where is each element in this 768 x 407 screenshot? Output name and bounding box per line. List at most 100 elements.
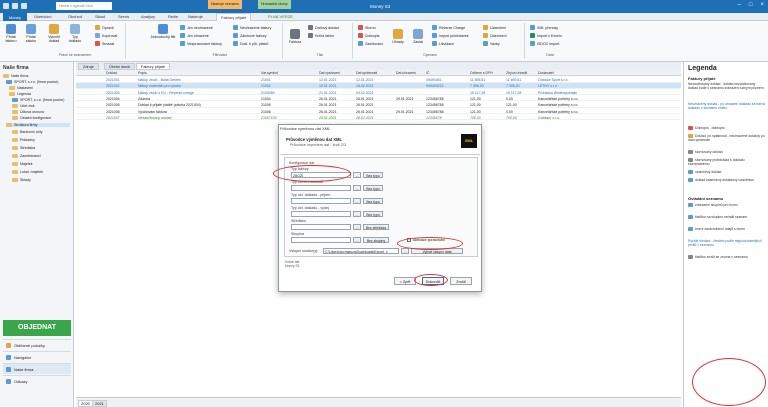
col-splatnost[interactable]: Dat.splatnosti [356, 71, 377, 75]
back-button[interactable]: < Zpět [394, 277, 416, 285]
tab-faktury-prijate[interactable]: Faktury přijaté [216, 13, 252, 21]
save-icon[interactable] [3, 3, 9, 9]
col-vystaveni[interactable]: Dat.vystavení [319, 71, 340, 75]
close-icon[interactable]: × [760, 2, 764, 8]
edit-button[interactable]: Opravit [95, 25, 114, 30]
year-tab-2020[interactable]: 2020 [78, 400, 93, 407]
group-clear-button[interactable]: Bez skupiny [363, 237, 389, 243]
tab-received-invoices[interactable]: Faktury přijaté [136, 63, 171, 70]
filter-paid[interactable]: Jen uhrazené [180, 33, 209, 38]
col-zbyva[interactable]: Zbývá uhradit [506, 71, 527, 75]
xml-transfer-button[interactable]: XML přenosy [530, 25, 558, 30]
nav-favorites[interactable]: Oblíbené položky [3, 339, 71, 350]
receipt-type-field[interactable] [291, 198, 351, 204]
isdoc-import-button[interactable]: ISDOC import [530, 41, 559, 46]
center-clear-button[interactable]: Bez střediska [363, 224, 389, 230]
center-browse[interactable]: ... [353, 224, 361, 230]
filter-unpaid-invoices[interactable]: Neuhrazené faktury [233, 25, 271, 30]
col-dodavatel[interactable]: Dodavatel [538, 71, 554, 75]
invoice-type-browse[interactable]: ... [353, 172, 361, 178]
nav-links[interactable]: Odkazy [3, 375, 71, 386]
expense-type-browse[interactable]: ... [353, 211, 361, 217]
expense-type-field[interactable] [291, 211, 351, 217]
col-popis[interactable]: Popis [138, 71, 147, 75]
table-row[interactable]: 2021006 Vyúčtování faktura 21006 26.01.2021… [76, 108, 681, 114]
col-uhrazeni[interactable]: Dat.uhrazení [396, 71, 416, 75]
tree-item[interactable]: Majetek [12, 162, 33, 166]
activation-checkbox[interactable] [407, 238, 411, 242]
credit-note-button[interactable]: Dobropis [358, 33, 379, 38]
create-document-button[interactable]: Vytvořit doklad [44, 24, 64, 43]
tree-item[interactable]: Ostatní konfigurace [12, 116, 51, 120]
receipt-type-browse[interactable]: ... [353, 198, 361, 204]
tab-ucetnictvi[interactable]: Účetnictví [34, 14, 52, 19]
tree-item[interactable]: Pokladny [12, 138, 35, 142]
select-input-data-button[interactable]: Vybrat vstupní data [411, 248, 463, 254]
search-input[interactable]: Hledat v agendě/ úkol [56, 2, 112, 10]
simple-filter-button[interactable]: Jednoduchý filtr [150, 24, 176, 39]
excel-import-button[interactable]: Import z Excelu [530, 33, 562, 38]
col-varsymbol[interactable]: Var.symbol [261, 71, 278, 75]
input-file-field[interactable]: C:\Users\jan.matuza\Downloads\Export_z [323, 248, 399, 254]
activation-checkbox-row[interactable]: Aktivace zpracování [407, 238, 445, 242]
breakdown-type-clear-button[interactable]: Bez typu [363, 185, 383, 191]
tab-nastroje[interactable]: Nástroje [188, 14, 203, 19]
tab-sklad[interactable]: Sklad [95, 14, 105, 19]
tree-item[interactable]: Lokal. majetek [12, 170, 43, 174]
cancel-button[interactable]: Zrušit [450, 277, 472, 285]
invoice-type-clear-button[interactable]: Bez typu [363, 172, 383, 178]
print-invoice-button[interactable]: Faktura [286, 29, 304, 44]
center-field[interactable] [291, 224, 351, 230]
col-doklad[interactable]: Doklad [106, 71, 117, 75]
add-invoice-button[interactable]: Přidat fakturu [3, 24, 19, 43]
tab-obchod[interactable]: Obchod [68, 14, 82, 19]
tab-money[interactable]: Money [3, 13, 27, 21]
tree-item-selected[interactable]: Struktura firmy [6, 123, 70, 127]
maximize-icon[interactable]: □ [749, 2, 753, 8]
filter-unpaid[interactable]: Jen neuhrazené [180, 25, 213, 30]
nav-our-company[interactable]: Naše firma [3, 363, 71, 374]
copy-button[interactable]: Kopírovat [95, 33, 117, 38]
tree-item[interactable]: SPORT, s.r.o. (firma pozice) [6, 80, 58, 84]
table-row[interactable]: 2021007 Nezaúčtovaný doklad 21007100 29.01.… [76, 114, 681, 121]
group-field[interactable] [291, 237, 351, 243]
tab-sources[interactable]: Zdroje [78, 63, 99, 70]
table-row[interactable]: 2021005 Doklad k přijaté platbě (záloha 2… [76, 102, 681, 108]
add-advance-button[interactable]: Přidat zálohu [22, 24, 40, 43]
unlock-button[interactable]: Odemčení [483, 33, 507, 38]
expense-type-clear-button[interactable]: Bez typu [363, 211, 383, 217]
import-receivables-button[interactable]: Import pohledávek [432, 33, 469, 38]
tab-journal[interactable]: Účetní deník [104, 63, 136, 70]
filter-unprocessed[interactable]: Nezpracované faktury [180, 41, 222, 46]
invoice-book-button[interactable]: Kniha faktur [308, 33, 334, 38]
col-ic[interactable]: IČ [426, 71, 430, 75]
tab-servis[interactable]: Servis [118, 14, 129, 19]
tab-rezie[interactable]: Režie [168, 14, 178, 19]
tab-plna-verze[interactable]: PLNÁ VERZE [268, 14, 293, 19]
tax-document-button[interactable]: Daňový doklad [308, 25, 339, 30]
receipt-type-clear-button[interactable]: Bez typu [363, 198, 383, 204]
breakdown-type-browse[interactable]: ... [353, 185, 361, 191]
invoice-type-field[interactable]: ZBOŽÍ [291, 172, 351, 178]
delete-button[interactable]: Smazat [95, 41, 114, 46]
payments-button[interactable]: Úhrady [390, 29, 406, 44]
tree-item[interactable]: Sklady [12, 178, 31, 182]
input-file-browse[interactable]: ... [401, 248, 409, 254]
liquidation-button[interactable]: Likvidace [432, 41, 454, 46]
filter-payers[interactable]: Dokl. k plň. plátců [233, 41, 268, 46]
links-button[interactable]: Vazby [483, 41, 500, 46]
table-row[interactable]: 2021002 Nákup materiálu pro výrobu 21002 15… [76, 83, 681, 89]
year-tab-2021[interactable]: 2021 [92, 400, 107, 407]
tree-item[interactable]: Bankovní účty [12, 130, 43, 134]
tree-item[interactable]: Účtová osnova [12, 110, 44, 114]
nav-navigator[interactable]: Navigátor [3, 351, 71, 362]
filter-advance-invoices[interactable]: Zálohové faktury [233, 33, 267, 38]
table-row[interactable]: 2021001 Nákup zboží - Botia Gentex 21001 12… [76, 77, 681, 83]
table-row[interactable]: 2021003 Nákup zboží z EU - Reverse charge… [76, 89, 681, 96]
breakdown-type-field[interactable] [291, 185, 351, 191]
tab-analyzy[interactable]: Analýzy [141, 14, 155, 19]
order-button[interactable]: OBJEDNAT [3, 320, 71, 336]
posting-button[interactable]: Zaúčtování [358, 41, 383, 46]
finish-button[interactable]: Dokončit [422, 277, 444, 285]
redo-icon[interactable] [21, 3, 27, 9]
